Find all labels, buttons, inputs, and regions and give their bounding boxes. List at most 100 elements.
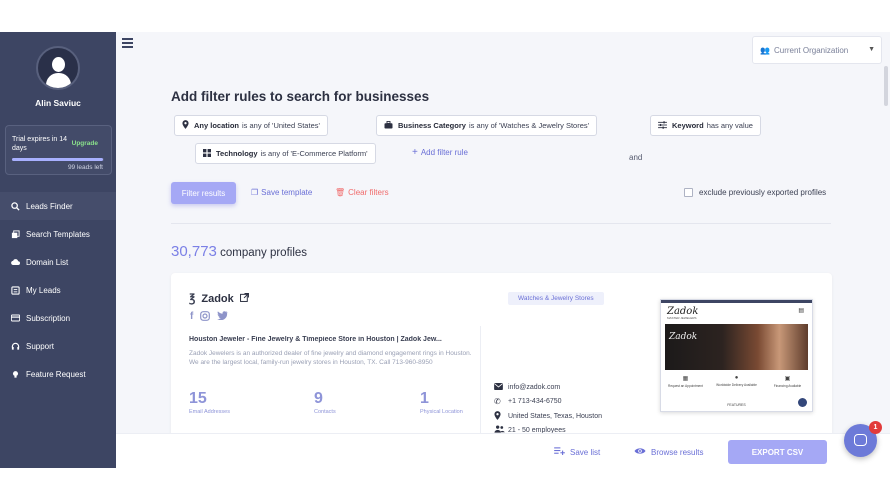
search-icon — [11, 201, 20, 211]
thumb-chat-icon — [798, 398, 807, 407]
bottom-action-bar: Save list Browse results EXPORT CSV — [116, 433, 890, 468]
thumb-footer: FEATURES — [727, 403, 746, 407]
filter-chip-category[interactable]: Business Category is any of 'Watches & J… — [376, 115, 598, 136]
sidebar-item-support[interactable]: Support — [0, 332, 116, 360]
chat-icon — [854, 434, 867, 446]
filter-chip-technology[interactable]: Technology is any of 'E-Commerce Platfor… — [195, 143, 376, 164]
list-add-icon — [554, 447, 565, 457]
filter-results-button[interactable]: Filter results — [171, 182, 236, 204]
filter-chip-keyword[interactable]: Keyword has any value — [650, 115, 761, 136]
sidebar-item-label: Subscription — [26, 313, 71, 323]
envelope-icon — [494, 383, 504, 392]
instagram-icon[interactable] — [200, 311, 211, 324]
sidebar-item-label: Leads Finder — [26, 201, 73, 211]
card-icon: ▣ — [784, 376, 791, 382]
add-filter-rule-label: Add filter rule — [420, 148, 468, 157]
org-user-icon: 👥 — [760, 45, 770, 55]
filter-condition: is any of 'E-Commerce Platform' — [260, 149, 368, 158]
sidebar-item-subscription[interactable]: Subscription — [0, 304, 116, 332]
contact-phone-text: +1 713-434-6750 — [508, 398, 562, 405]
page-title: Add filter rules to search for businesse… — [171, 89, 430, 104]
contact-email[interactable]: info@zadok.com — [494, 383, 560, 392]
sidebar-item-search-templates[interactable]: Search Templates — [0, 220, 116, 248]
bulb-icon — [11, 370, 20, 379]
website-screenshot[interactable]: Zadok MASTER JEWELERS ▤ Zadok ▦ Request a… — [660, 299, 813, 412]
save-list-button[interactable]: Save list — [554, 447, 600, 457]
organization-select[interactable]: 👥 Current Organization ▼ — [752, 36, 882, 64]
filter-name: Keyword — [672, 121, 704, 130]
user-name: Alin Saviuc — [35, 98, 81, 108]
org-select-label: Current Organization — [773, 45, 849, 55]
trial-progress-fill — [12, 158, 104, 161]
menu-toggle-icon[interactable] — [122, 38, 133, 48]
exclude-exported-toggle[interactable]: exclude previously exported profiles — [684, 188, 826, 197]
exclude-checkbox[interactable] — [684, 188, 693, 197]
filter-condition: has any value — [706, 121, 753, 130]
card-icon — [11, 314, 20, 323]
twitter-icon[interactable] — [217, 311, 228, 324]
filter-name: Business Category — [398, 121, 466, 130]
filter-name: Any location — [194, 121, 240, 130]
avatar[interactable] — [36, 46, 80, 90]
sidebar-item-label: My Leads — [26, 285, 61, 295]
avatar-body — [46, 73, 71, 88]
upgrade-link[interactable]: Upgrade — [72, 140, 98, 147]
company-name-row[interactable]: ℥ Zadok — [189, 292, 249, 305]
calendar-icon: ▦ — [682, 376, 689, 382]
stat-value: 9 — [314, 390, 323, 407]
sidebar-item-my-leads[interactable]: My Leads — [0, 276, 116, 304]
contact-location-text: United States, Texas, Houston — [508, 413, 603, 420]
results-count-number: 30,773 — [171, 243, 217, 260]
thumb-topbar — [661, 300, 812, 303]
location-pin-icon — [494, 411, 504, 422]
save-template-button[interactable]: ❐ Save template — [251, 188, 312, 197]
add-filter-rule-button[interactable]: + Add filter rule — [412, 147, 468, 158]
sidebar-nav: Leads Finder Search Templates Domain Lis… — [0, 192, 116, 388]
card-divider — [480, 326, 481, 448]
browse-results-button[interactable]: Browse results — [634, 447, 703, 457]
stat-label: Physical Location — [420, 409, 463, 415]
stat-locations[interactable]: 1 Physical Location — [420, 390, 463, 415]
browse-results-label: Browse results — [651, 447, 704, 457]
results-count-label: company profiles — [220, 247, 308, 259]
save-template-label: Save template — [261, 188, 313, 197]
clear-filters-button[interactable]: 🗑 Clear filters — [335, 188, 389, 197]
sidebar-item-domain-list[interactable]: Domain List — [0, 248, 116, 276]
templates-icon: ❐ — [251, 188, 259, 197]
sidebar-item-label: Domain List — [26, 257, 69, 267]
briefcase-icon — [384, 120, 393, 131]
sidebar-item-leads-finder[interactable]: Leads Finder — [0, 192, 116, 220]
facebook-icon[interactable]: f — [190, 311, 193, 324]
sliders-icon — [658, 120, 667, 131]
stat-label: Contacts — [314, 409, 336, 415]
external-link-icon[interactable] — [239, 293, 249, 304]
export-csv-button[interactable]: EXPORT CSV — [728, 440, 827, 464]
page-scrollbar[interactable] — [884, 66, 888, 106]
chevron-down-icon: ▼ — [868, 46, 875, 53]
leads-left: 99 leads left — [67, 164, 103, 171]
list-icon — [11, 285, 20, 295]
thumb-hero-image — [665, 324, 808, 370]
stat-contacts[interactable]: 9 Contacts — [314, 390, 336, 415]
grid-icon — [203, 148, 211, 159]
app-window: Alin Saviuc Trial expires in 14 days Upg… — [0, 32, 890, 468]
stat-value: 1 — [420, 390, 429, 407]
headset-icon — [11, 342, 20, 351]
contact-phone[interactable]: ✆ +1 713-434-6750 — [494, 397, 562, 406]
filter-condition: is any of 'United States' — [242, 121, 320, 130]
phone-icon: ✆ — [494, 397, 501, 406]
trial-panel: Trial expires in 14 days Upgrade 99 lead… — [5, 125, 112, 175]
thumb-tagline: MASTER JEWELERS — [667, 316, 697, 320]
plus-icon: + — [412, 147, 418, 158]
exclude-label: exclude previously exported profiles — [699, 188, 827, 197]
sidebar-item-feature-request[interactable]: Feature Request — [0, 360, 116, 388]
filter-chip-location[interactable]: Any location is any of 'United States' — [174, 115, 328, 136]
thumb-feature-text: Request an Appointment — [668, 384, 703, 388]
avatar-head — [52, 57, 65, 72]
thumb-feature-text: Financing Available — [773, 384, 802, 388]
stat-emails[interactable]: 15 Email Addresses — [189, 390, 230, 415]
eye-icon — [634, 447, 646, 457]
contact-location: United States, Texas, Houston — [494, 411, 602, 422]
filter-condition: is any of 'Watches & Jewelry Stores' — [468, 121, 590, 130]
stat-label: Email Addresses — [189, 409, 230, 415]
